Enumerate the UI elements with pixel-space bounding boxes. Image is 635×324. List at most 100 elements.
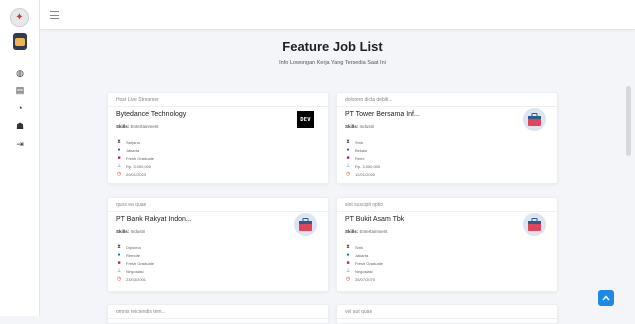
- job-card[interactable]: vel aut quae: [336, 304, 558, 324]
- job-title: dolorem dicta debiti...: [337, 93, 557, 107]
- job-card[interactable]: omnis reiciendis tem...: [107, 304, 329, 324]
- clock-icon: ◷: [345, 276, 351, 282]
- education-value: Diploma: [126, 244, 141, 250]
- company-logo: DEV: [297, 111, 314, 128]
- skills-line: Skills: Industri: [116, 229, 145, 234]
- briefcase-icon: ■: [117, 155, 121, 161]
- date-value: 12/01/2000: [355, 171, 376, 177]
- company-name[interactable]: PT Bank Rakyat Indon...: [116, 216, 192, 223]
- money-icon: ⊥: [345, 163, 351, 169]
- skills-value: Industri: [359, 124, 375, 129]
- salary-row: ⊥ Rp. 3.500.000: [345, 162, 380, 170]
- location-row: ● Remote: [116, 251, 154, 259]
- location-pin-icon: ●: [346, 252, 350, 258]
- topbar: [40, 0, 635, 30]
- skills-value: Entertainment: [359, 229, 388, 234]
- dashboard-icon[interactable]: ◍: [14, 67, 26, 79]
- user-avatar-icon[interactable]: [13, 33, 27, 50]
- job-title: quos ea quae: [108, 198, 328, 212]
- type-value: Fresh Graduate: [126, 260, 155, 266]
- job-title: Host Live Streamer: [108, 93, 328, 107]
- logout-icon[interactable]: ⇥: [14, 138, 26, 150]
- salary-value: Negosiasi: [126, 268, 144, 274]
- money-icon: ⊥: [116, 163, 122, 169]
- skills-value: Entertainment: [130, 124, 159, 129]
- location-value: Bekasi: [355, 147, 368, 153]
- location-row: ● Bekasi: [345, 146, 380, 154]
- skills-value: Industri: [130, 229, 146, 234]
- location-value: Jakarta: [355, 252, 369, 258]
- location-value: Jakarta: [126, 147, 140, 153]
- company-name[interactable]: Bytedance Technology: [116, 111, 186, 118]
- date-row: ◷ 26/07/2070: [345, 275, 383, 283]
- graduation-icon: ⧗: [346, 139, 350, 145]
- job-title: vel aut quae: [337, 305, 557, 319]
- date-value: 23/03/2001: [126, 276, 147, 282]
- scroll-to-top-button[interactable]: [598, 290, 614, 306]
- location-row: ● Jakarta: [345, 251, 383, 259]
- skills-line: Skills: Industri: [345, 124, 374, 129]
- skills-label: Skills:: [345, 229, 359, 234]
- salary-row: ⊥ Negosiasi: [345, 267, 383, 275]
- graduation-icon: ⧗: [346, 244, 350, 250]
- location-pin-icon: ●: [117, 252, 121, 258]
- hamburger-icon[interactable]: [50, 11, 59, 19]
- sidebar: ✦ ◍ ▤ ◔ ☗ ⇥: [0, 0, 40, 316]
- type-value: Fresh Graduate: [126, 155, 155, 161]
- education-value: Sarjana: [126, 139, 140, 145]
- location-value: Remote: [126, 252, 141, 258]
- job-title: sint suscipit optio: [337, 198, 557, 212]
- document-icon[interactable]: ▤: [14, 84, 26, 96]
- job-card[interactable]: quos ea quae PT Bank Rakyat Indon... Ski…: [107, 197, 329, 292]
- skills-label: Skills:: [345, 124, 359, 129]
- date-row: ◷ 12/01/2000: [345, 170, 380, 178]
- company-name[interactable]: PT Tower Bersama Inf...: [345, 111, 420, 118]
- salary-value: Rp. 3.500.000: [355, 163, 381, 169]
- briefcase-icon: ■: [117, 260, 121, 266]
- salary-row: ⊥ Rp. 3.000.000: [116, 162, 154, 170]
- job-card[interactable]: Host Live Streamer Bytedance Technology …: [107, 92, 329, 184]
- type-value: Fresh Graduate: [355, 260, 384, 266]
- education-row: ⧗ Smk: [345, 138, 380, 146]
- skills-line: Skills: Entertainment: [116, 124, 159, 129]
- location-pin-icon: ●: [346, 147, 350, 153]
- job-title: omnis reiciendis tem...: [108, 305, 328, 319]
- type-row: ■ Fresh Graduate: [116, 154, 154, 162]
- job-card[interactable]: dolorem dicta debiti... PT Tower Bersama…: [336, 92, 558, 184]
- skills-line: Skills: Entertainment: [345, 229, 388, 234]
- date-value: 26/07/2070: [355, 276, 376, 282]
- skills-label: Skills:: [116, 229, 130, 234]
- salary-value: Negosiasi: [355, 268, 373, 274]
- scrollbar-thumb[interactable]: [626, 86, 631, 156]
- clock-icon: ◷: [116, 171, 122, 177]
- type-row: ■ Remi: [345, 154, 380, 162]
- briefcase-icon: ■: [346, 155, 350, 161]
- money-icon: ⊥: [345, 268, 351, 274]
- date-row: ◷ 23/03/2001: [116, 275, 154, 283]
- skills-label: Skills:: [116, 124, 130, 129]
- users-icon[interactable]: ◔: [14, 102, 26, 114]
- type-value: Remi: [355, 155, 365, 161]
- type-row: ■ Fresh Graduate: [116, 259, 154, 267]
- graduation-icon: ⧗: [117, 139, 121, 145]
- app-logo-icon[interactable]: ✦: [10, 8, 29, 27]
- graduation-icon: ⧗: [117, 244, 121, 250]
- education-row: ⧗ Sarjana: [116, 138, 154, 146]
- page-title: Feature Job List: [282, 39, 383, 54]
- clock-icon: ◷: [345, 171, 351, 177]
- company-name[interactable]: PT Bukit Asam Tbk: [345, 216, 404, 223]
- briefcase-icon: ■: [346, 260, 350, 266]
- money-icon: ⊥: [116, 268, 122, 274]
- job-card[interactable]: sint suscipit optio PT Bukit Asam Tbk Sk…: [336, 197, 558, 292]
- briefcase-logo-icon: [294, 213, 317, 236]
- education-value: Smk: [355, 139, 363, 145]
- salary-value: Rp. 3.000.000: [126, 163, 152, 169]
- type-row: ■ Fresh Graduate: [345, 259, 383, 267]
- user-icon[interactable]: ☗: [14, 120, 26, 132]
- education-value: Smk: [355, 244, 363, 250]
- location-row: ● Jakarta: [116, 146, 154, 154]
- education-row: ⧗ Diploma: [116, 243, 154, 251]
- salary-row: ⊥ Negosiasi: [116, 267, 154, 275]
- arrow-up-icon: [602, 295, 610, 301]
- page-subtitle: Info Lowongan Kerja Yang Tersedia Saat I…: [279, 60, 386, 66]
